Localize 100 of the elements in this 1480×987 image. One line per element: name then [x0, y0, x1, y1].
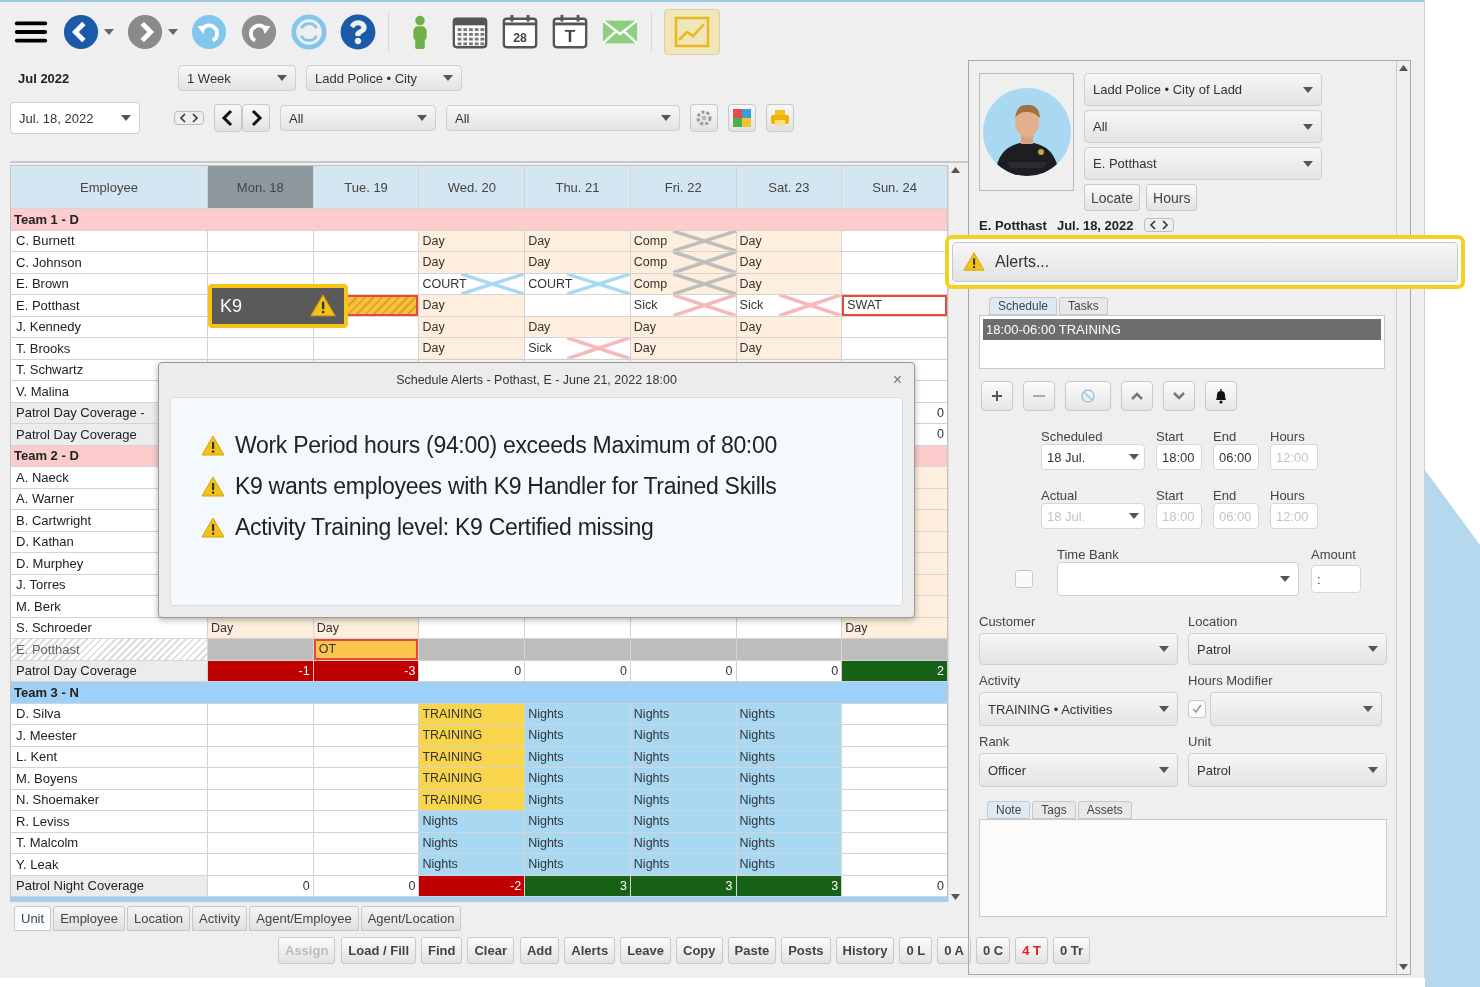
chart-icon[interactable]: [664, 9, 720, 55]
activity-select[interactable]: TRAINING • Activities: [979, 692, 1178, 726]
customer-select[interactable]: [979, 633, 1178, 665]
schedule-cell[interactable]: [736, 639, 842, 660]
bell-button[interactable]: [1205, 381, 1237, 411]
schedule-cell[interactable]: [313, 768, 419, 789]
schedule-cell[interactable]: Day: [419, 230, 525, 251]
schedule-cell[interactable]: Day: [842, 617, 947, 638]
agency-select[interactable]: Ladd Police • City of Ladd: [1084, 73, 1322, 106]
schedule-cell[interactable]: Day: [736, 230, 842, 251]
schedule-cell[interactable]: -3: [313, 660, 419, 681]
view-tab[interactable]: Employee: [53, 906, 125, 931]
schedule-cell[interactable]: [313, 725, 419, 746]
coverage-label[interactable]: Patrol Day Coverage: [11, 660, 207, 681]
schedule-cell[interactable]: 2: [842, 660, 947, 681]
column-header[interactable]: Thu. 21: [525, 166, 630, 208]
schedule-cell[interactable]: [842, 230, 947, 251]
employee-name[interactable]: E. Potthast: [11, 639, 207, 660]
employee-name[interactable]: T. Brooks: [11, 338, 207, 359]
schedule-cell[interactable]: [313, 746, 419, 767]
employee-name[interactable]: E. Potthast: [11, 295, 207, 316]
action-button[interactable]: Find: [421, 937, 463, 964]
schedule-cell[interactable]: [313, 832, 419, 853]
schedule-cell[interactable]: 3: [736, 875, 842, 896]
scroll-down-icon[interactable]: [1399, 964, 1408, 970]
time-field[interactable]: 18:00: [1156, 444, 1202, 470]
schedule-cell[interactable]: Day: [419, 316, 525, 337]
schedule-cell[interactable]: 0: [419, 660, 525, 681]
schedule-cell[interactable]: Day: [630, 316, 736, 337]
schedule-cell[interactable]: Day: [419, 295, 525, 316]
action-button[interactable]: Add: [520, 937, 560, 964]
refresh-icon[interactable]: [290, 13, 328, 51]
schedule-cell[interactable]: [842, 811, 947, 832]
column-header[interactable]: Fri. 22: [630, 166, 736, 208]
view-tab[interactable]: Activity: [192, 906, 248, 931]
column-header[interactable]: Tue. 19: [313, 166, 419, 208]
view-tab[interactable]: Location: [126, 906, 191, 931]
schedule-cell[interactable]: Comp: [630, 273, 736, 294]
schedule-cell[interactable]: [525, 639, 630, 660]
week-nav-icon[interactable]: [174, 111, 204, 125]
hours-modifier-select[interactable]: [1210, 692, 1382, 726]
day-nav-icon[interactable]: [1143, 218, 1174, 232]
scroll-up-icon[interactable]: [951, 167, 960, 173]
schedule-cell[interactable]: Comp: [630, 252, 736, 273]
schedule-cell[interactable]: [525, 295, 630, 316]
rank-select[interactable]: Officer: [979, 753, 1178, 787]
employee-name[interactable]: C. Johnson: [11, 252, 207, 273]
coverage-label[interactable]: Patrol Night Coverage: [11, 875, 207, 896]
employee-name[interactable]: Y. Leak: [11, 854, 207, 875]
panel-tab[interactable]: Tasks: [1059, 297, 1108, 315]
action-button[interactable]: Clear: [467, 937, 514, 964]
schedule-cell[interactable]: Nights: [736, 746, 842, 767]
date-select[interactable]: Jul. 18, 2022: [10, 102, 140, 134]
schedule-cell[interactable]: Nights: [630, 811, 736, 832]
help-icon[interactable]: [340, 14, 376, 50]
schedule-cell[interactable]: 0: [525, 660, 630, 681]
action-button[interactable]: History: [835, 937, 895, 964]
time-bank-select[interactable]: [1057, 562, 1299, 596]
cancel-button[interactable]: [1065, 381, 1111, 411]
schedule-cell[interactable]: [842, 768, 947, 789]
schedule-cell[interactable]: TRAINING: [419, 746, 525, 767]
counter-button[interactable]: 0 L: [899, 937, 933, 964]
schedule-cell[interactable]: Nights: [630, 725, 736, 746]
counter-button[interactable]: 0 C: [975, 937, 1011, 964]
schedule-cell[interactable]: [313, 789, 419, 810]
schedule-cell[interactable]: Nights: [525, 768, 630, 789]
schedule-cell[interactable]: 3: [630, 875, 736, 896]
note-tab[interactable]: Assets: [1077, 801, 1132, 819]
schedule-cell[interactable]: [842, 338, 947, 359]
schedule-cell[interactable]: TRAINING: [419, 789, 525, 810]
schedule-cell[interactable]: Comp: [630, 230, 736, 251]
schedule-cell[interactable]: TRAINING: [419, 703, 525, 724]
time-field[interactable]: 06:00: [1213, 444, 1259, 470]
column-header[interactable]: Sat. 23: [736, 166, 842, 208]
schedule-cell[interactable]: Sick: [525, 338, 630, 359]
schedule-cell[interactable]: Day: [208, 617, 313, 638]
action-button[interactable]: Load / Fill: [341, 937, 416, 964]
schedule-cell[interactable]: Nights: [630, 703, 736, 724]
remove-button[interactable]: [1023, 381, 1055, 411]
caret-icon[interactable]: [104, 29, 114, 35]
schedule-cell[interactable]: [842, 316, 947, 337]
schedule-cell[interactable]: [208, 725, 313, 746]
counter-button[interactable]: 4 T: [1015, 937, 1048, 964]
schedule-cell[interactable]: Day: [525, 316, 630, 337]
action-button[interactable]: Alerts: [564, 937, 616, 964]
schedule-cell[interactable]: Nights: [525, 725, 630, 746]
schedule-cell[interactable]: Day: [736, 338, 842, 359]
schedule-cell[interactable]: Day: [525, 230, 630, 251]
unit-select[interactable]: Patrol: [1188, 753, 1387, 787]
schedule-cell[interactable]: [736, 617, 842, 638]
filter-select[interactable]: All: [446, 105, 680, 131]
schedule-cell[interactable]: [208, 811, 313, 832]
date-select[interactable]: 18 Jul.: [1041, 444, 1145, 470]
move-down-button[interactable]: [1163, 381, 1195, 411]
schedule-cell[interactable]: Nights: [736, 789, 842, 810]
schedule-cell[interactable]: [208, 789, 313, 810]
schedule-cell[interactable]: Nights: [630, 832, 736, 853]
schedule-cell[interactable]: 0: [736, 660, 842, 681]
view-tab[interactable]: Unit: [14, 906, 52, 931]
back-icon[interactable]: [62, 13, 100, 51]
